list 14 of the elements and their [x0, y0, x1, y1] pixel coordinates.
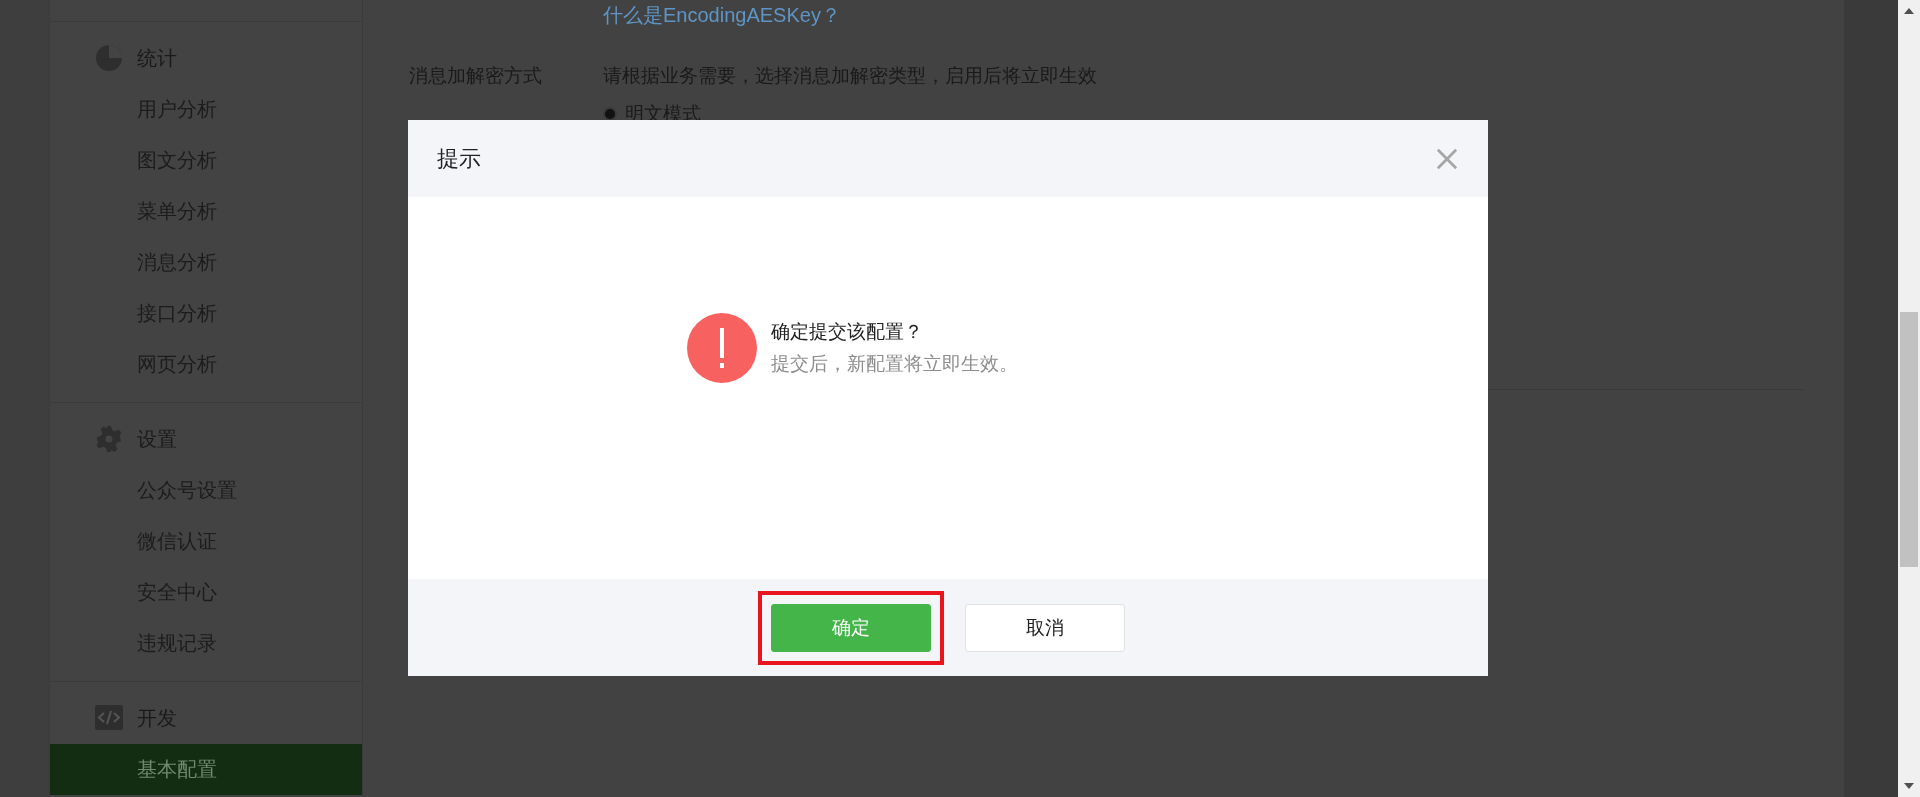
help-link[interactable]: 什么是EncodingAESKey？	[603, 2, 1844, 29]
confirm-button[interactable]: 确定	[771, 603, 931, 652]
scroll-up-icon[interactable]	[1904, 8, 1914, 14]
cancel-button[interactable]: 取消	[965, 603, 1125, 652]
message-title: 确定提交该配置？	[770, 320, 924, 344]
sidebar-item[interactable]: 基本配置	[50, 744, 362, 795]
dialog-title: 提示	[437, 144, 481, 173]
radio-button[interactable]	[603, 107, 617, 121]
scroll-down-icon[interactable]	[1904, 783, 1914, 789]
message-detail: 提交后，新配置将立即生效。	[770, 352, 1018, 376]
code-icon	[95, 704, 123, 732]
scrollbar[interactable]	[1898, 0, 1920, 797]
warning-icon	[686, 313, 757, 383]
scroll-thumb[interactable]	[1900, 312, 1918, 567]
